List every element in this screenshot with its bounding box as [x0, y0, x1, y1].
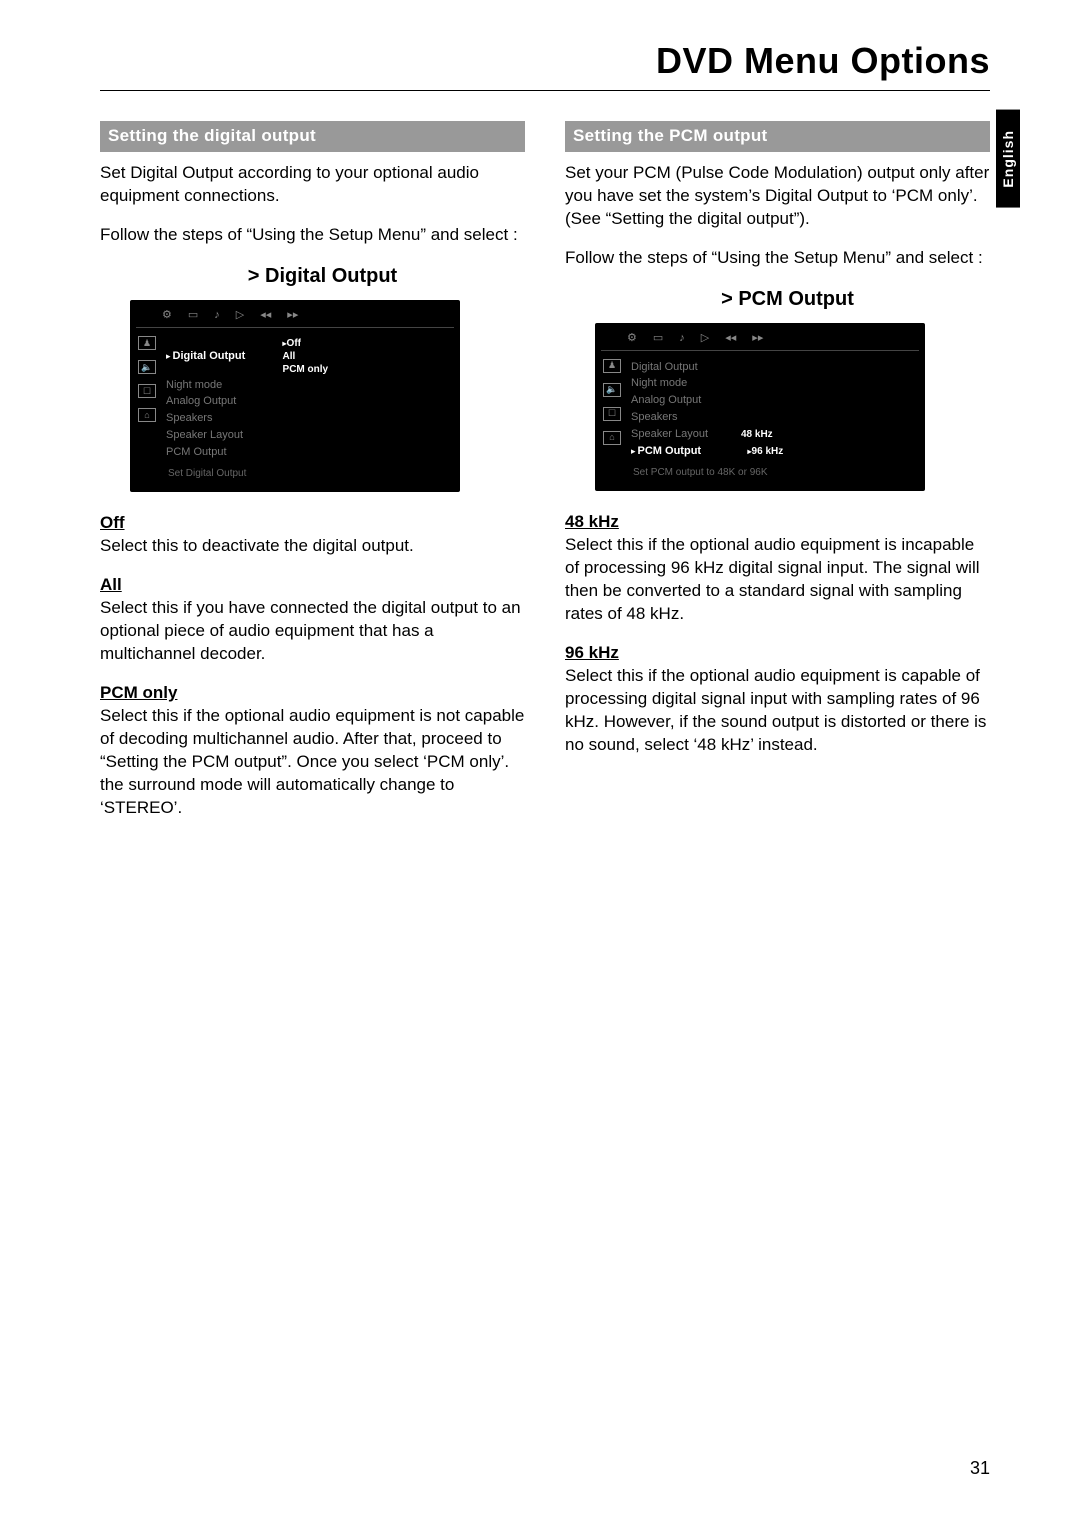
osd-screenshot-pcm: > PCM Output ⚙ ▭ ♪ ▷ ◂◂ ▸▸ ♟ 🔈 ☐ ⌂ — [595, 286, 980, 491]
menu-row: Speaker Layout 48 kHz — [631, 426, 919, 443]
option-body: Select this if the optional audio equipm… — [100, 705, 525, 820]
cursor-icon: ▸ — [166, 350, 171, 362]
osd-status: Set Digital Output — [166, 467, 454, 481]
page-title: DVD Menu Options — [100, 40, 990, 82]
option-item: ▸Off — [283, 337, 329, 350]
person-icon: ♟ — [138, 336, 156, 350]
menu-label: Speakers — [631, 410, 741, 425]
rewind-icon: ◂◂ — [260, 308, 271, 323]
osd-status: Set PCM output to 48K or 96K — [631, 466, 919, 480]
option-body: Select this to deactivate the digital ou… — [100, 535, 525, 558]
menu-row: PCM Output — [166, 444, 454, 461]
menu-label: Night mode — [166, 378, 276, 393]
menu-label: Speaker Layout — [166, 428, 276, 443]
osd-title: > PCM Output — [595, 286, 980, 313]
lock-icon: ⌂ — [138, 408, 156, 422]
section-heading-pcm: Setting the PCM output — [565, 121, 990, 152]
menu-label: PCM Output — [638, 444, 748, 459]
follow-text: Follow the steps of “Using the Setup Men… — [565, 247, 990, 270]
option-heading: 48 kHz — [565, 511, 990, 534]
menu-row: Speakers — [166, 410, 454, 427]
forward-icon: ▸▸ — [287, 308, 298, 323]
menu-options: 48 kHz — [741, 428, 773, 441]
subtitle-icon: ☐ — [603, 407, 621, 421]
osd-screenshot-digital: > Digital Output ⚙ ▭ ♪ ▷ ◂◂ ▸▸ ♟ 🔈 ☐ ⌂ — [130, 263, 515, 493]
osd-toolbar: ⚙ ▭ ♪ ▷ ◂◂ ▸▸ — [136, 306, 454, 328]
lock-icon: ⌂ — [603, 431, 621, 445]
language-tab: English — [996, 110, 1020, 208]
option-heading: PCM only — [100, 682, 525, 705]
rewind-icon: ◂◂ — [725, 331, 736, 346]
osd-panel: ⚙ ▭ ♪ ▷ ◂◂ ▸▸ ♟ 🔈 ☐ ⌂ Digital Output — [595, 323, 925, 491]
content-columns: Setting the digital output Set Digital O… — [100, 121, 990, 836]
option-body: Select this if you have connected the di… — [100, 597, 525, 666]
menu-row: Speakers — [631, 409, 919, 426]
menu-options: ▸Off All PCM only — [283, 337, 329, 376]
menu-label: Speaker Layout — [631, 427, 741, 442]
menu-label: Analog Output — [166, 394, 276, 409]
section-heading-digital: Setting the digital output — [100, 121, 525, 152]
osd-title: > Digital Output — [130, 263, 515, 290]
intro-text: Set your PCM (Pulse Code Modulation) out… — [565, 162, 990, 231]
follow-text: Follow the steps of “Using the Setup Men… — [100, 224, 525, 247]
menu-row: Night mode — [166, 377, 454, 394]
menu-label: Night mode — [631, 376, 741, 391]
menu-options: ▸96 kHz — [748, 445, 784, 458]
slider-icon: ⚙ — [162, 308, 172, 323]
speaker-icon: 🔈 — [138, 360, 156, 374]
page-number: 31 — [970, 1458, 990, 1479]
menu-row: Analog Output — [166, 393, 454, 410]
option-item: PCM only — [283, 363, 329, 376]
forward-icon: ▸▸ — [752, 331, 763, 346]
osd-menu-list: Digital Output Night mode Analog Output … — [631, 355, 919, 484]
screen-icon: ▭ — [653, 331, 663, 346]
menu-label: Speakers — [166, 411, 276, 426]
option-body: Select this if the optional audio equipm… — [565, 534, 990, 626]
osd-menu-list: ▸ Digital Output ▸Off All PCM only Night… — [166, 332, 454, 485]
option-heading: Off — [100, 512, 525, 535]
osd-toolbar: ⚙ ▭ ♪ ▷ ◂◂ ▸▸ — [601, 329, 919, 351]
menu-row: Digital Output — [631, 359, 919, 376]
osd-panel: ⚙ ▭ ♪ ▷ ◂◂ ▸▸ ♟ 🔈 ☐ ⌂ ▸ — [130, 300, 460, 493]
osd-sidebar: ♟ 🔈 ☐ ⌂ — [136, 332, 158, 485]
title-rule — [100, 90, 990, 91]
menu-label: Analog Output — [631, 393, 741, 408]
cursor-icon: ▸ — [631, 445, 636, 457]
menu-row: Analog Output — [631, 392, 919, 409]
menu-label: Digital Output — [631, 360, 741, 375]
menu-row: Speaker Layout — [166, 427, 454, 444]
option-item: All — [283, 350, 329, 363]
menu-label: PCM Output — [166, 445, 276, 460]
menu-row: ▸ Digital Output ▸Off All PCM only — [166, 336, 454, 377]
option-item: 48 kHz — [741, 428, 773, 441]
audio-icon: ♪ — [679, 331, 685, 346]
menu-label: Digital Output — [173, 349, 283, 364]
menu-row: Night mode — [631, 375, 919, 392]
intro-text: Set Digital Output according to your opt… — [100, 162, 525, 208]
osd-sidebar: ♟ 🔈 ☐ ⌂ — [601, 355, 623, 484]
option-item: ▸96 kHz — [748, 445, 784, 458]
screen-icon: ▭ — [188, 308, 198, 323]
option-heading: 96 kHz — [565, 642, 990, 665]
slider-icon: ⚙ — [627, 331, 637, 346]
left-column: Setting the digital output Set Digital O… — [100, 121, 525, 836]
subtitle-icon: ☐ — [138, 384, 156, 398]
option-heading: All — [100, 574, 525, 597]
option-body: Select this if the optional audio equipm… — [565, 665, 990, 757]
right-column: Setting the PCM output Set your PCM (Pul… — [565, 121, 990, 836]
speaker-icon: 🔈 — [603, 383, 621, 397]
play-icon: ▷ — [701, 331, 709, 346]
play-icon: ▷ — [236, 308, 244, 323]
audio-icon: ♪ — [214, 308, 220, 323]
menu-row: ▸ PCM Output ▸96 kHz — [631, 443, 919, 460]
person-icon: ♟ — [603, 359, 621, 373]
